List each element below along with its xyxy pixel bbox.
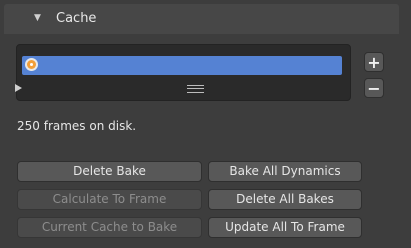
cache-list-item[interactable]: [22, 56, 342, 75]
current-cache-to-bake-button[interactable]: Current Cache to Bake: [17, 217, 202, 238]
remove-cache-button[interactable]: −: [364, 78, 384, 98]
add-cache-button[interactable]: +: [364, 52, 384, 72]
triangle-down-icon: ▼: [34, 13, 41, 23]
cache-panel-header[interactable]: ▼ Cache: [4, 4, 399, 34]
frames-on-disk-text: 250 frames on disk.: [17, 119, 137, 133]
point-cache-icon: [25, 58, 38, 71]
delete-bake-button[interactable]: Delete Bake: [17, 161, 202, 182]
bake-all-dynamics-button[interactable]: Bake All Dynamics: [208, 161, 362, 182]
delete-all-bakes-button[interactable]: Delete All Bakes: [208, 189, 362, 210]
expand-list-icon[interactable]: [15, 84, 22, 92]
panel-title: Cache: [56, 11, 97, 26]
calculate-to-frame-button[interactable]: Calculate To Frame: [17, 189, 202, 210]
update-all-to-frame-button[interactable]: Update All To Frame: [208, 217, 362, 238]
cache-list: [16, 44, 351, 101]
list-resize-grip-icon[interactable]: [187, 85, 204, 93]
